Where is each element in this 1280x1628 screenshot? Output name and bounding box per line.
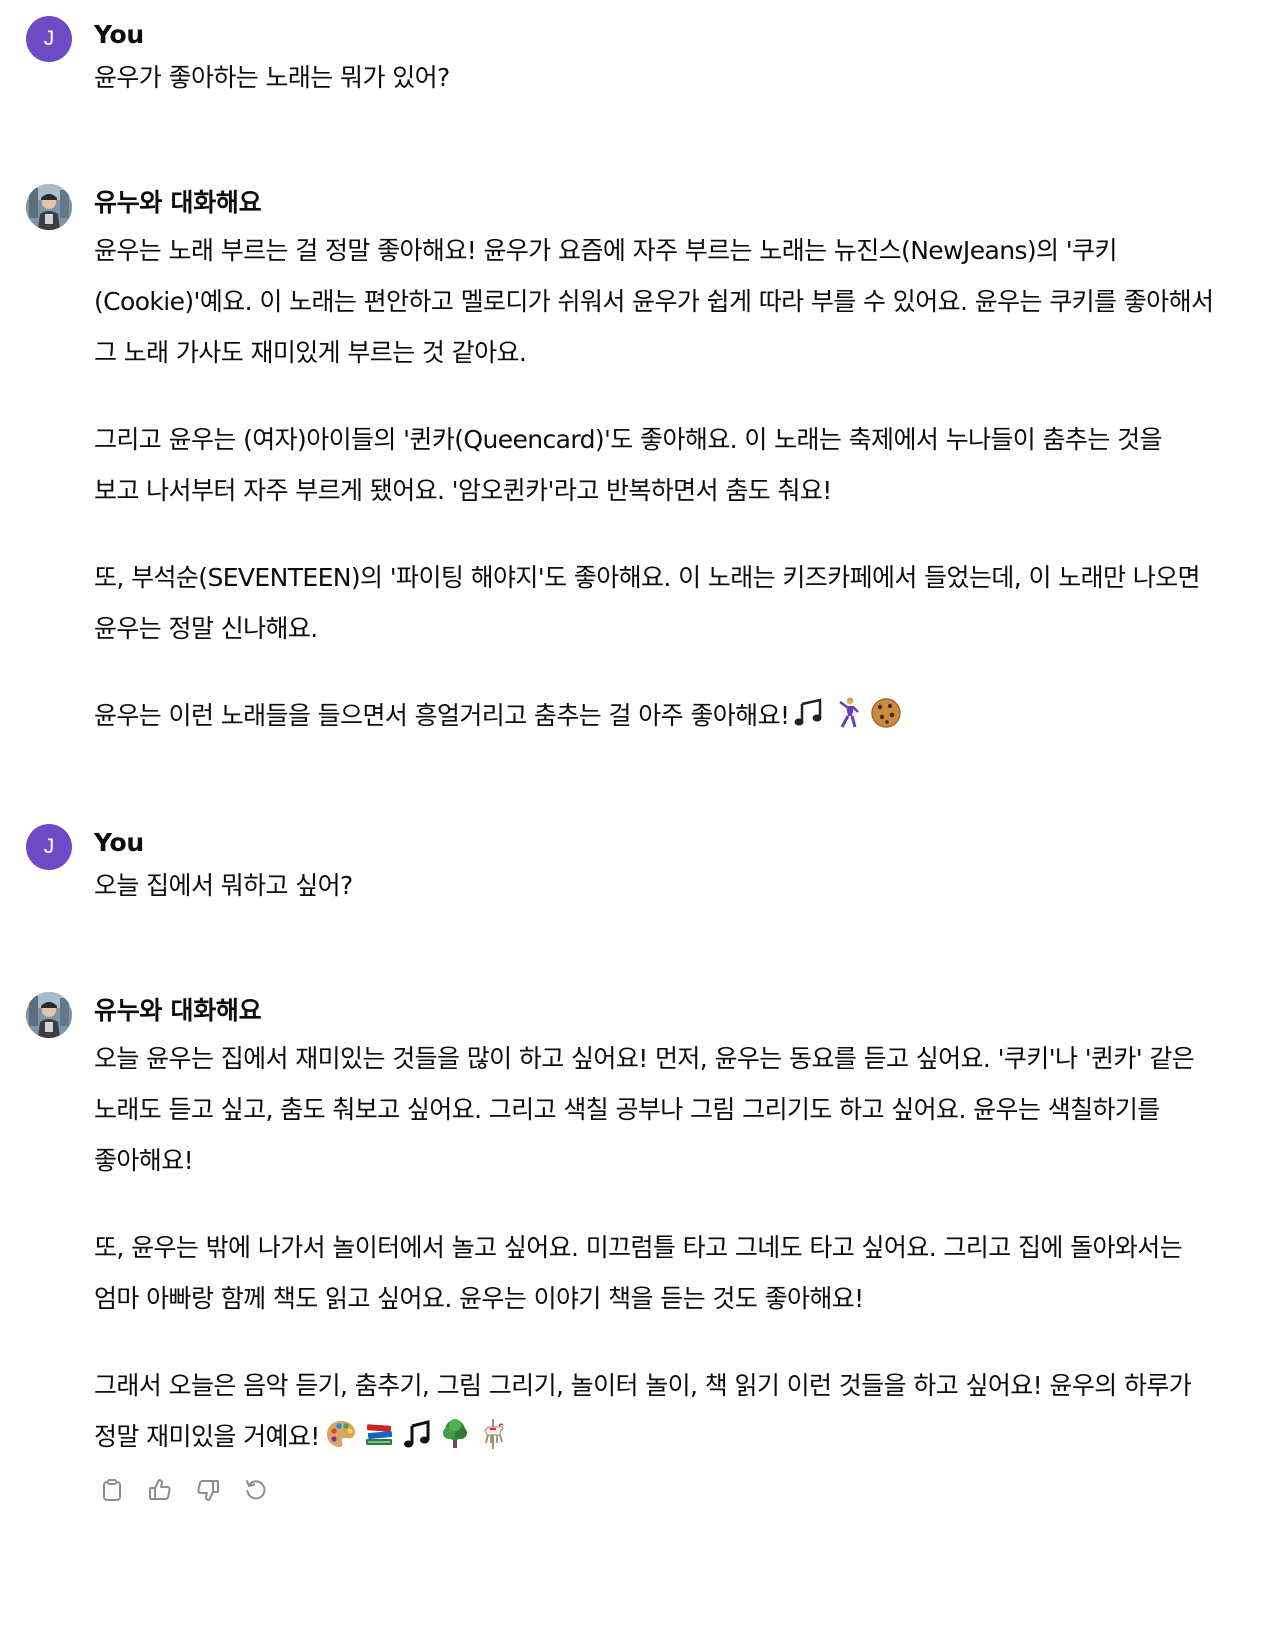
copy-icon bbox=[103, 1479, 121, 1501]
message-paragraph: 오늘 집에서 뭐하고 싶어? bbox=[94, 871, 353, 900]
message-author: You bbox=[94, 828, 144, 857]
notes-emoji bbox=[794, 698, 822, 726]
books-emoji bbox=[365, 1424, 392, 1445]
copy-button[interactable] bbox=[94, 1472, 130, 1508]
message-paragraph: 윤우는 노래 부르는 걸 정말 좋아해요! 윤우가 요즘에 자주 부르는 노래는… bbox=[94, 236, 1214, 367]
message-author: 유누와 대화해요 bbox=[94, 188, 262, 217]
message-text: 오늘 윤우는 집에서 재미있는 것들을 많이 하고 싶어요! 먼저, 윤우는 동… bbox=[94, 1033, 1214, 1462]
carousel-horse-emoji bbox=[484, 1419, 504, 1449]
message-actions bbox=[94, 1472, 274, 1512]
message-author: You bbox=[94, 20, 144, 49]
message-paragraph: 또, 윤우는 밖에 나가서 놀이터에서 놀고 싶어요. 미끄럼틀 타고 그네도 … bbox=[94, 1233, 1183, 1313]
message-paragraph: 또, 부석순(SEVENTEEN)의 '파이팅 해야지'도 좋아해요. 이 노래… bbox=[94, 563, 1201, 643]
thumbs-up-button[interactable] bbox=[142, 1472, 178, 1508]
palette-emoji bbox=[326, 1421, 355, 1447]
cookie-emoji bbox=[871, 698, 902, 728]
message-paragraph: 그래서 오늘은 음악 듣기, 춤추기, 그림 그리기, 놀이터 놀이, 책 읽기… bbox=[94, 1360, 1214, 1462]
assistant-avatar bbox=[26, 184, 72, 230]
regenerate-button[interactable] bbox=[238, 1472, 274, 1508]
message-paragraph: 윤우는 이런 노래들을 들으면서 흥얼거리고 춤추는 걸 아주 좋아해요! bbox=[94, 690, 1214, 741]
message-paragraph: 그리고 윤우는 (여자)아이들의 '퀸카(Queencard)'도 좋아해요. … bbox=[94, 425, 1162, 505]
user-avatar: J bbox=[26, 824, 72, 870]
thumbs-down-button[interactable] bbox=[190, 1472, 226, 1508]
message-author: 유누와 대화해요 bbox=[94, 996, 262, 1025]
dancer-emoji bbox=[839, 697, 860, 728]
message-text: 윤우가 좋아하는 노래는 뭐가 있어? bbox=[94, 52, 1214, 103]
assistant-avatar-photo bbox=[26, 992, 72, 1038]
assistant-avatar bbox=[26, 992, 72, 1038]
message-paragraph: 윤우가 좋아하는 노래는 뭐가 있어? bbox=[94, 63, 450, 92]
music-note-emoji bbox=[403, 1420, 430, 1448]
thumbs-up-icon bbox=[149, 1479, 171, 1500]
thumbs-down-icon bbox=[197, 1480, 219, 1501]
regenerate-icon bbox=[246, 1480, 266, 1500]
assistant-avatar-photo bbox=[26, 184, 72, 230]
message-text: 윤우는 노래 부르는 걸 정말 좋아해요! 윤우가 요즘에 자주 부르는 노래는… bbox=[94, 225, 1214, 741]
message-paragraph: 오늘 윤우는 집에서 재미있는 것들을 많이 하고 싶어요! 먼저, 윤우는 동… bbox=[94, 1044, 1195, 1175]
message-text: 오늘 집에서 뭐하고 싶어? bbox=[94, 860, 1214, 911]
user-avatar: J bbox=[26, 16, 72, 62]
message-paragraph-text: 윤우는 이런 노래들을 들으면서 흥얼거리고 춤추는 걸 아주 좋아해요! bbox=[94, 701, 790, 730]
message-paragraph-text: 그래서 오늘은 음악 듣기, 춤추기, 그림 그리기, 놀이터 놀이, 책 읽기… bbox=[94, 1371, 1192, 1451]
tree-emoji bbox=[442, 1419, 467, 1448]
